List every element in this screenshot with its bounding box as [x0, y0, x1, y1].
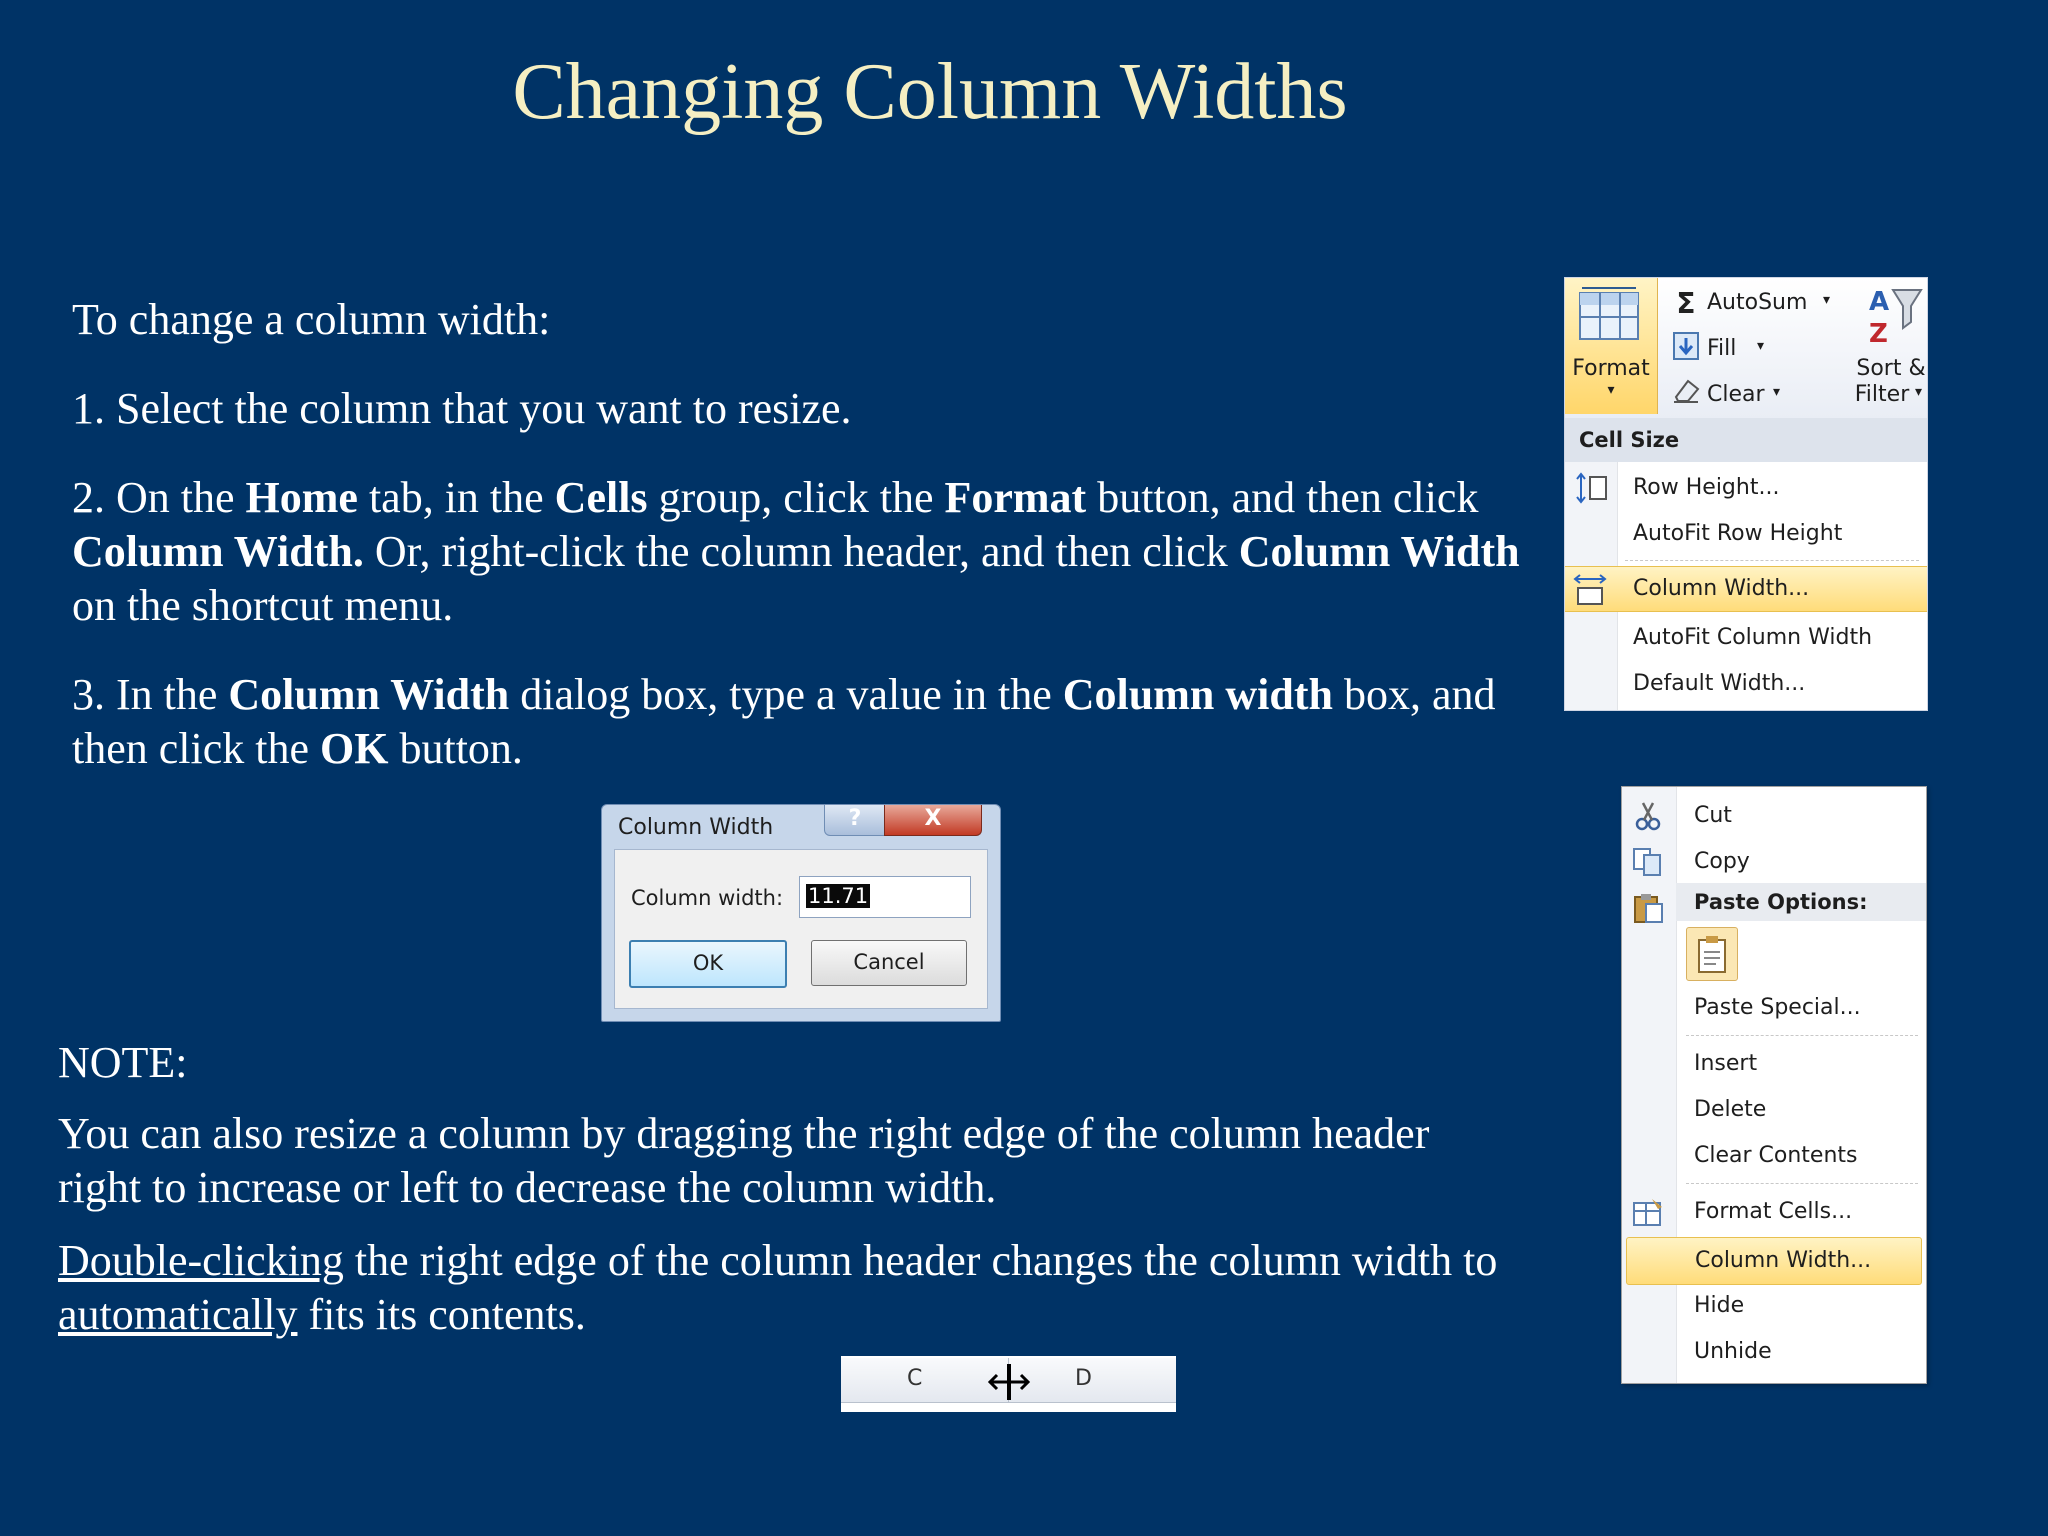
svg-text:A: A	[1869, 287, 1889, 317]
format-cells-label: Format Cells...	[1694, 1199, 1853, 1224]
sort-filter-dropdown-icon[interactable]: ▾	[1915, 384, 1922, 400]
sigma-icon: Σ	[1676, 286, 1696, 320]
default-width-label: Default Width...	[1633, 671, 1806, 696]
menu-item-autofit-row-height[interactable]: AutoFit Row Height	[1565, 512, 1927, 556]
step-2-line-2: Column Width. Or, right-click the column…	[72, 527, 1520, 576]
menu-item-column-width[interactable]: Column Width...	[1565, 566, 1927, 612]
note-1-line-2: right to increase or left to decrease th…	[58, 1163, 997, 1212]
format-button[interactable]: Format ▾	[1565, 278, 1658, 414]
delete-label: Delete	[1694, 1097, 1767, 1122]
cut-label: Cut	[1694, 803, 1732, 828]
note-2-line-1: Double-clicking the right edge of the co…	[58, 1236, 1498, 1285]
context-item-paste-special[interactable]: Paste Special...	[1622, 985, 1926, 1031]
column-width-input-value: 11.71	[806, 884, 871, 908]
clear-button[interactable]: Clear	[1707, 382, 1765, 407]
column-header-strip: C D	[841, 1356, 1176, 1412]
hide-label: Hide	[1694, 1293, 1745, 1318]
context-item-delete[interactable]: Delete	[1622, 1087, 1926, 1133]
column-width-dialog: Column Width ? X Column width: 11.71 OK …	[601, 804, 1001, 1022]
resize-cursor-icon	[987, 1360, 1031, 1404]
context-separator	[1686, 1183, 1918, 1184]
dialog-title: Column Width	[618, 815, 774, 840]
column-header-d[interactable]: D	[1075, 1366, 1092, 1391]
eraser-icon	[1671, 374, 1701, 406]
column-width-field-label: Column width:	[631, 886, 784, 910]
menu-separator	[1625, 560, 1919, 561]
paste-special-label: Paste Special...	[1694, 995, 1861, 1020]
column-width-input[interactable]: 11.71	[799, 876, 971, 918]
column-context-menu: Cut Copy Paste Options: Paste Special...…	[1621, 786, 1927, 1384]
menu-item-row-height[interactable]: Row Height...	[1565, 466, 1927, 510]
dialog-body: Column width: 11.71 OK Cancel	[614, 849, 988, 1009]
ribbon-editing-group: Format ▾ Σ AutoSum ▾ Fill ▾ Clear ▾ A Z	[1565, 278, 1927, 419]
context-item-cut[interactable]: Cut	[1622, 793, 1926, 839]
copy-icon	[1630, 845, 1666, 879]
note-2-line-2: automatically fits its contents.	[58, 1290, 586, 1339]
clear-contents-label: Clear Contents	[1694, 1143, 1858, 1168]
insert-label: Insert	[1694, 1051, 1758, 1076]
column-width-menu-label: Column Width...	[1695, 1248, 1872, 1273]
unhide-label: Unhide	[1694, 1339, 1772, 1364]
context-item-copy[interactable]: Copy	[1622, 839, 1926, 885]
column-header-c[interactable]: C	[907, 1366, 922, 1391]
row-height-icon	[1573, 470, 1609, 506]
context-item-insert[interactable]: Insert	[1622, 1041, 1926, 1087]
autofit-row-height-label: AutoFit Row Height	[1633, 521, 1843, 546]
ribbon-format-menu: Format ▾ Σ AutoSum ▾ Fill ▾ Clear ▾ A Z	[1565, 278, 1927, 710]
scissors-icon	[1630, 799, 1666, 833]
context-separator	[1686, 1035, 1918, 1036]
clipboard-icon[interactable]	[1686, 927, 1738, 981]
svg-text:Z: Z	[1869, 319, 1888, 348]
context-item-clear-contents[interactable]: Clear Contents	[1622, 1133, 1926, 1179]
fill-dropdown-icon[interactable]: ▾	[1757, 338, 1764, 354]
menu-item-default-width[interactable]: Default Width...	[1565, 662, 1927, 706]
sort-filter-icon: A Z	[1867, 282, 1923, 348]
close-button[interactable]: X	[884, 805, 982, 836]
step-2-line-3: on the shortcut menu.	[72, 581, 454, 630]
format-cells-icon	[1630, 1195, 1666, 1229]
format-dropdown-arrow-icon: ▾	[1607, 382, 1615, 398]
clear-dropdown-icon[interactable]: ▾	[1773, 384, 1780, 400]
fill-button[interactable]: Fill	[1707, 336, 1736, 361]
paste-options-header: Paste Options:	[1676, 883, 1926, 921]
copy-label: Copy	[1694, 849, 1750, 874]
column-width-label: Column Width...	[1633, 576, 1810, 601]
autosum-button[interactable]: AutoSum	[1707, 290, 1807, 315]
cancel-button[interactable]: Cancel	[811, 940, 967, 986]
format-grid-icon	[1573, 284, 1645, 344]
context-item-format-cells[interactable]: Format Cells...	[1622, 1189, 1926, 1235]
slide-title: Changing Column Widths	[512, 48, 1348, 136]
fill-down-icon	[1671, 330, 1701, 362]
row-height-label: Row Height...	[1633, 475, 1780, 500]
paste-icon	[1630, 891, 1666, 925]
context-item-column-width[interactable]: Column Width...	[1626, 1237, 1922, 1285]
step-1-text: 1. Select the column that you want to re…	[72, 384, 852, 433]
cell-size-header: Cell Size	[1565, 418, 1927, 462]
sort-filter-label-1[interactable]: Sort &	[1853, 356, 1927, 381]
step-2-line-1: 2. On the Home tab, in the Cells group, …	[72, 473, 1479, 522]
context-item-unhide[interactable]: Unhide	[1622, 1329, 1926, 1375]
autofit-column-width-label: AutoFit Column Width	[1633, 625, 1873, 650]
help-button[interactable]: ?	[824, 805, 886, 836]
format-button-label: Format	[1572, 356, 1650, 381]
menu-item-autofit-column-width[interactable]: AutoFit Column Width	[1565, 616, 1927, 660]
editing-commands: Σ AutoSum ▾ Fill ▾ Clear ▾ A Z Sort & Fi…	[1657, 278, 1927, 418]
context-item-hide[interactable]: Hide	[1622, 1283, 1926, 1329]
step-3-line-1: 3. In the Column Width dialog box, type …	[72, 670, 1496, 719]
step-3-line-2: then click the OK button.	[72, 724, 523, 773]
intro-text: To change a column width:	[72, 295, 551, 344]
note-heading: NOTE:	[58, 1038, 188, 1087]
sort-filter-label-2[interactable]: Filter	[1847, 382, 1917, 407]
column-width-icon	[1571, 571, 1609, 607]
note-1-line-1: You can also resize a column by dragging…	[58, 1109, 1430, 1158]
format-dropdown-menu: Cell Size Row Height... AutoFit Row Heig…	[1565, 418, 1927, 710]
autosum-dropdown-icon[interactable]: ▾	[1823, 292, 1830, 308]
ok-button[interactable]: OK	[629, 940, 787, 988]
